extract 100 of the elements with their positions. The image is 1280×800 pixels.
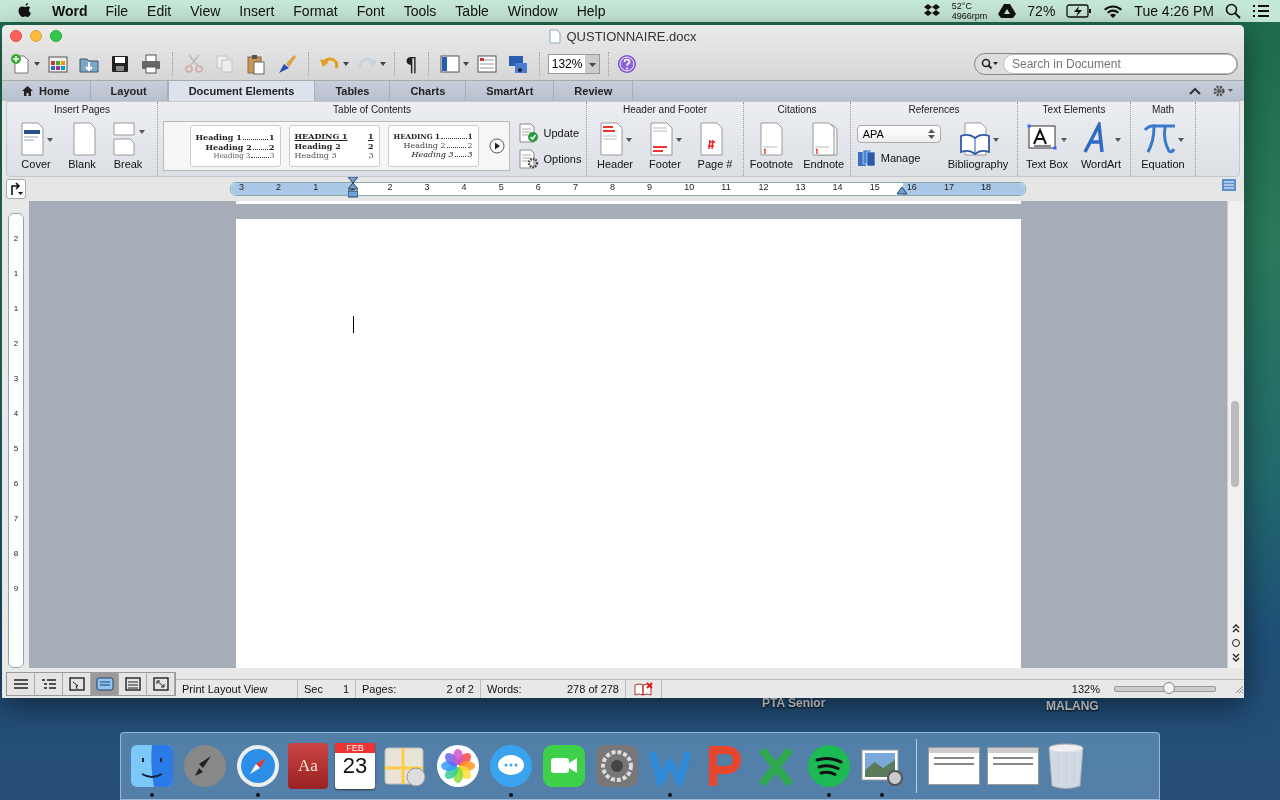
minimized-window-thumbnail[interactable] (928, 747, 980, 785)
endnote-button[interactable]: Endnote (800, 121, 848, 170)
header-button[interactable]: Header (592, 121, 638, 170)
ruler-number: 2 (13, 234, 19, 243)
caret-icon[interactable] (462, 61, 469, 66)
menu-item[interactable]: Window (507, 3, 558, 19)
app-icon[interactable] (806, 743, 852, 789)
app-icon[interactable] (541, 743, 587, 789)
trash-icon[interactable] (1046, 742, 1086, 790)
collapse-ribbon-icon[interactable] (1188, 86, 1202, 96)
notebook-layout-view-button[interactable] (119, 673, 147, 695)
play-icon[interactable] (488, 137, 505, 154)
outline-view-button[interactable] (35, 673, 63, 695)
vertical-ruler[interactable]: 2 1 1 2 3 4 5 6 7 8 9 (8, 213, 24, 668)
page-number-button[interactable]: Page # (692, 121, 738, 170)
citation-style-dropdown[interactable]: APA (856, 124, 941, 143)
full-screen-view-button[interactable] (147, 673, 175, 695)
cover-button[interactable]: Cover (15, 121, 57, 170)
footnote-button[interactable]: Footnote (746, 121, 797, 170)
caret-icon[interactable] (343, 61, 349, 66)
apple-icon[interactable] (18, 3, 32, 19)
pages-label: Pages: (362, 683, 397, 695)
app-icon[interactable] (488, 743, 534, 789)
app-icon[interactable] (235, 743, 281, 789)
caret-icon[interactable] (588, 62, 596, 67)
document-icon (549, 28, 562, 44)
menu-item[interactable]: Font (356, 3, 385, 19)
close-button[interactable] (10, 30, 22, 42)
desktop-icon-label[interactable]: PTA Senior (762, 696, 826, 710)
calendar-app-icon[interactable]: FEB 23 (335, 743, 375, 789)
toc-style-thumbnail[interactable]: HEADING 1 1 Heading 2 2 Heading 3 3 (288, 124, 380, 167)
books-icon (856, 148, 877, 167)
settings-icon[interactable] (1212, 84, 1234, 98)
tab-stop-selector[interactable] (6, 179, 26, 199)
minimized-window-thumbnail[interactable] (987, 747, 1039, 785)
menu-item[interactable]: Edit (147, 3, 172, 19)
ruler-number: 4 (461, 182, 467, 192)
scrollbar-thumb[interactable] (1231, 401, 1239, 487)
running-indicator (509, 793, 513, 797)
equation-button[interactable]: Equation (1138, 121, 1188, 170)
ruler-number: 8 (13, 549, 19, 558)
footer-button[interactable]: Footer (642, 121, 688, 170)
caret-icon[interactable] (34, 61, 40, 66)
dock-item[interactable]: FEB 23 (335, 735, 375, 797)
print-layout-view-button[interactable] (91, 673, 119, 695)
blank-page-button[interactable]: Blank (61, 121, 103, 170)
help-icon[interactable] (617, 53, 638, 74)
wifi-icon[interactable] (1103, 3, 1124, 19)
menu-item[interactable]: Tools (403, 3, 437, 19)
search-field[interactable]: Search in Document (974, 52, 1238, 75)
zoom-dropdown[interactable]: 132% (547, 53, 601, 74)
outline-icon (39, 677, 58, 691)
ruler-number: 8 (610, 182, 615, 192)
bibliography-button[interactable]: Bibliography (944, 121, 1012, 170)
indent-marker-icon[interactable] (348, 177, 358, 199)
zoom-slider-thumb[interactable] (1163, 682, 1175, 694)
draft-view-button[interactable] (7, 673, 35, 695)
ruler-toggle-icon[interactable] (1222, 179, 1236, 191)
ruler-number: 9 (13, 584, 19, 593)
app-icon[interactable] (594, 743, 640, 789)
dock-item[interactable]: Aa (288, 735, 328, 797)
menu-item[interactable]: Table (455, 3, 489, 19)
vertical-scrollbar[interactable] (1227, 201, 1244, 668)
pilcrow-button[interactable]: ¶ (403, 50, 420, 77)
menu-app-name[interactable]: Word (52, 3, 88, 19)
options-button[interactable]: Options (517, 148, 582, 169)
ruler-number: 14 (832, 182, 843, 192)
ruler-number: 6 (535, 182, 541, 192)
triangle-icon[interactable] (998, 3, 1017, 19)
list-icon[interactable] (1252, 4, 1270, 18)
menu-clock[interactable]: Tue 4:26 PM (1134, 3, 1214, 19)
text-box-button[interactable]: Text Box (1022, 121, 1072, 170)
search-icon[interactable] (1225, 3, 1241, 19)
zoom-percent: 132% (1071, 683, 1100, 695)
menu-item[interactable]: File (105, 3, 129, 19)
page-break-button[interactable]: Break (107, 121, 149, 170)
proofing-book-icon[interactable] (633, 682, 654, 696)
resize-grip-icon[interactable] (1234, 684, 1244, 694)
app-icon[interactable] (182, 743, 228, 789)
manage-button[interactable]: Manage (856, 148, 941, 167)
caret-icon[interactable] (380, 61, 386, 66)
menu-item[interactable]: Insert (239, 3, 275, 19)
page-navigation-icon[interactable] (1230, 622, 1242, 664)
update-button[interactable]: Update (517, 122, 582, 143)
right-indent-marker-icon[interactable] (897, 187, 907, 195)
ribbon-tab[interactable]: Document Elements (167, 81, 316, 101)
app-icon[interactable] (129, 743, 175, 789)
battery-icon[interactable] (1066, 4, 1093, 18)
ruler-number: 3 (239, 182, 244, 192)
menu-item[interactable]: Help (576, 3, 606, 19)
stepper-arrows-icon[interactable] (927, 128, 935, 139)
pi-icon (1141, 121, 1185, 156)
desktop-icon-label[interactable]: MALANG (1046, 699, 1099, 713)
publishing-layout-view-button[interactable] (63, 673, 91, 695)
box-icon[interactable] (922, 3, 941, 19)
wordart-button[interactable]: WordArt (1076, 121, 1126, 170)
menu-item[interactable]: Format (293, 3, 338, 19)
app-icon[interactable] (435, 743, 481, 789)
menu-item[interactable]: View (190, 3, 221, 19)
dictionary-app-icon[interactable]: Aa (288, 743, 328, 789)
